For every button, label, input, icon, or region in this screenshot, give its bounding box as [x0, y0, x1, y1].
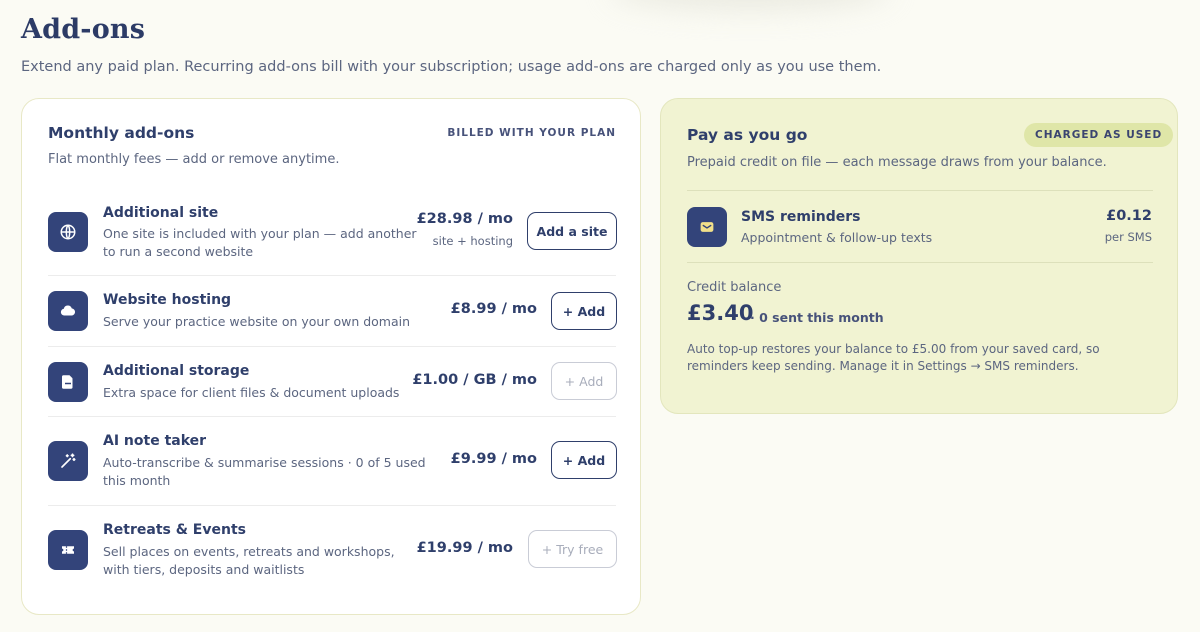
- pay-as-you-go-card: Pay as you go CHARGED AS USED Prepaid cr…: [660, 98, 1178, 414]
- auto-top-up-note: Auto top-up restores your balance to £5.…: [687, 342, 1100, 373]
- sms-reminders-name: SMS reminders: [741, 209, 861, 225]
- addon-name: Retreats & Events: [103, 522, 246, 538]
- globe-icon: [48, 212, 88, 252]
- addon-description: One site is included with your plan — ad…: [103, 226, 417, 259]
- credit-balance-label: Credit balance: [687, 280, 782, 295]
- addon-description: Sell places on events, retreats and work…: [103, 544, 395, 577]
- credit-balance-amount: £3.40: [687, 301, 754, 325]
- page-title: Add-ons: [21, 14, 146, 45]
- addon-name: AI note taker: [103, 433, 207, 449]
- add-storage-button[interactable]: + Add: [551, 362, 617, 400]
- magic-wand-icon: [48, 441, 88, 481]
- addon-name: Additional site: [103, 205, 219, 221]
- addon-row-additional-site: Additional site One site is included wit…: [48, 196, 617, 276]
- cloud-icon: [48, 291, 88, 331]
- charged-as-used-badge: CHARGED AS USED: [1024, 123, 1174, 147]
- pay-as-you-go-title: Pay as you go: [687, 126, 808, 144]
- addon-price: £8.99 / mo: [450, 301, 537, 317]
- sms-price-unit: per SMS: [1104, 230, 1152, 244]
- billed-with-plan-label: BILLED WITH YOUR PLAN: [447, 127, 616, 139]
- monthly-addons-subtitle: Flat monthly fees — add or remove anytim…: [48, 152, 340, 167]
- sms-price: £0.12: [1106, 208, 1152, 224]
- addon-name: Additional storage: [103, 363, 250, 379]
- addon-description: Auto-transcribe & summarise sessions · 0…: [103, 455, 426, 488]
- monthly-addons-card: Monthly add-ons BILLED WITH YOUR PLAN Fl…: [21, 98, 641, 615]
- addon-price: £19.99 / mo: [416, 540, 513, 556]
- addon-row-ai-note-taker: AI note taker Auto-transcribe & summaris…: [48, 417, 617, 506]
- sms-reminders-description: Appointment & follow-up texts: [741, 230, 933, 245]
- addon-price: £9.99 / mo: [450, 451, 537, 467]
- ticket-icon: [48, 530, 88, 570]
- sent-this-month: · 0 sent this month: [750, 310, 884, 325]
- header-glow: [610, 0, 890, 10]
- addon-row-retreats-events: Retreats & Events Sell places on events,…: [48, 506, 617, 596]
- addon-price-note: site + hosting: [432, 234, 513, 248]
- addon-description: Serve your practice website on your own …: [103, 314, 411, 329]
- addon-row-additional-storage: Additional storage Extra space for clien…: [48, 347, 617, 417]
- addon-price: £1.00 / GB / mo: [412, 372, 537, 388]
- add-site-button[interactable]: Add a site: [527, 212, 617, 250]
- divider: [687, 190, 1153, 191]
- monthly-addons-title: Monthly add-ons: [48, 124, 195, 142]
- addon-price: £28.98 / mo: [416, 211, 513, 227]
- file-icon: [48, 362, 88, 402]
- pay-as-you-go-subtitle: Prepaid credit on file — each message dr…: [687, 155, 1107, 170]
- envelope-icon: [687, 207, 727, 247]
- try-free-retreats-button[interactable]: + Try free: [528, 530, 617, 568]
- addon-row-website-hosting: Website hosting Serve your practice webs…: [48, 276, 617, 347]
- add-ai-note-taker-button[interactable]: + Add: [551, 441, 617, 479]
- divider: [687, 262, 1153, 263]
- add-website-hosting-button[interactable]: + Add: [551, 292, 617, 330]
- addon-description: Extra space for client files & document …: [103, 385, 400, 400]
- addon-name: Website hosting: [103, 292, 232, 308]
- page-subtitle: Extend any paid plan. Recurring add-ons …: [21, 59, 882, 75]
